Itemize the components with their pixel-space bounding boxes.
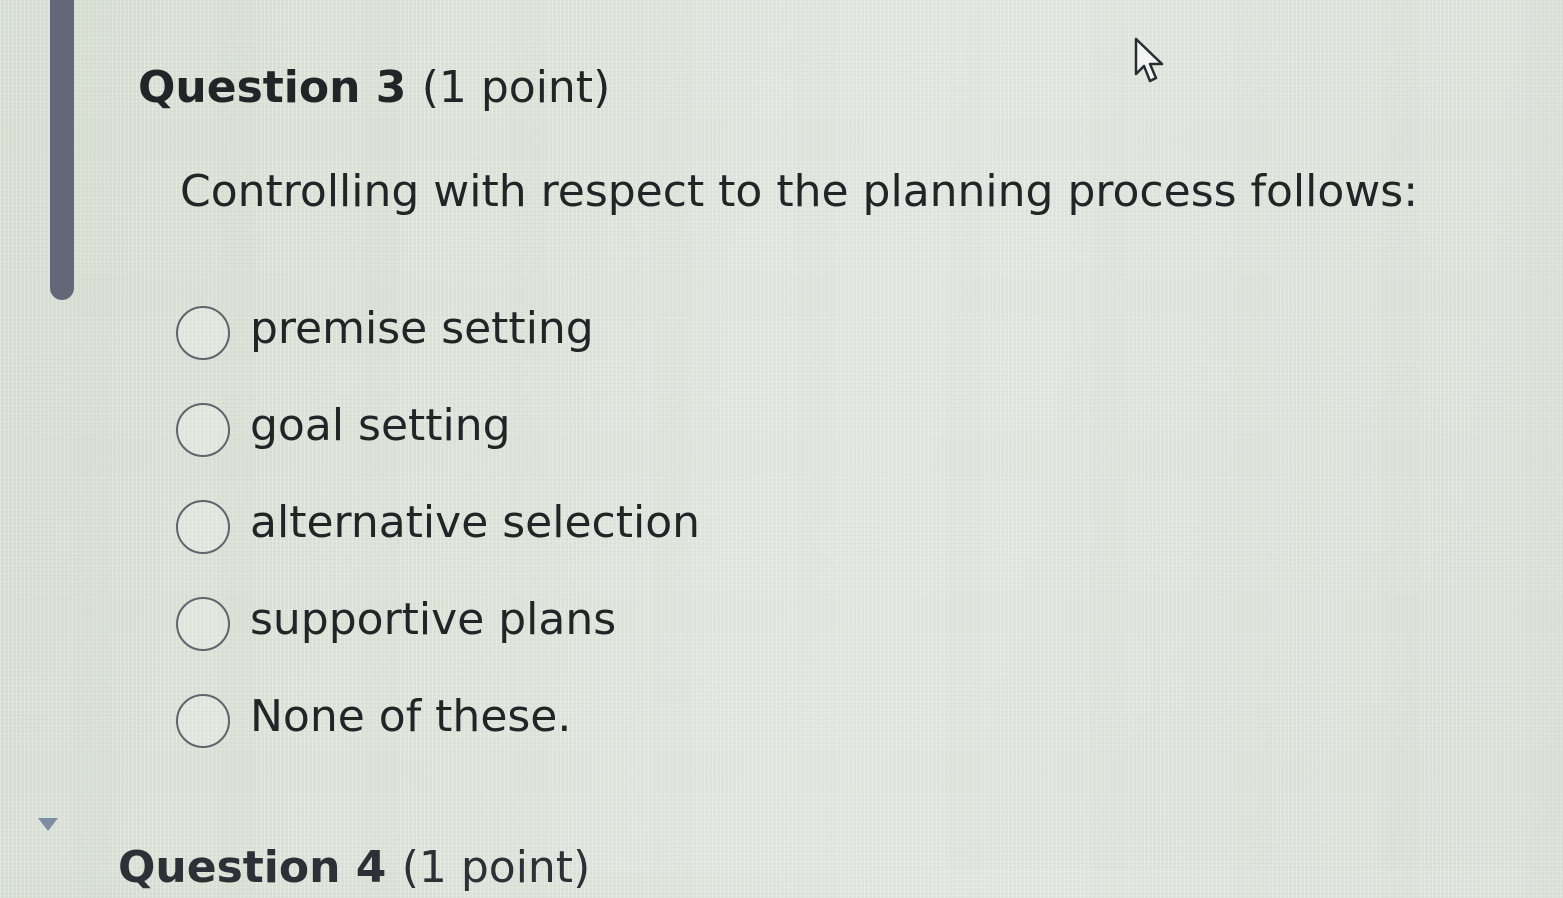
answer-option-label[interactable]: alternative selection: [250, 495, 700, 551]
next-question-title-text: Question 4: [118, 842, 387, 893]
triangle-down-icon[interactable]: [38, 818, 58, 831]
radio-button-icon[interactable]: [176, 402, 230, 457]
answer-option-alternative-selection[interactable]: alternative selection: [176, 478, 700, 575]
radio-button-icon[interactable]: [176, 499, 230, 554]
question-points: (1 point): [421, 62, 611, 113]
next-question-points: (1 point): [401, 842, 591, 893]
answer-option-goal-setting[interactable]: goal setting: [176, 381, 700, 478]
question-title-text: Question 3: [138, 62, 407, 113]
question-title: Question 3 (1 point): [138, 58, 1418, 118]
answer-option-label[interactable]: supportive plans: [250, 592, 616, 648]
scroll-indicator[interactable]: [50, 0, 74, 300]
answer-option-label[interactable]: None of these.: [250, 689, 571, 745]
answer-option-supportive-plans[interactable]: supportive plans: [176, 575, 700, 672]
radio-button-icon[interactable]: [176, 693, 230, 748]
radio-button-icon[interactable]: [176, 596, 230, 651]
answer-option-none-of-these[interactable]: None of these.: [176, 672, 700, 769]
radio-button-icon[interactable]: [176, 305, 230, 360]
next-question-title: Question 4 (1 point): [118, 838, 590, 898]
answer-options: premise setting goal setting alternative…: [176, 284, 700, 769]
answer-option-label[interactable]: goal setting: [250, 398, 511, 454]
question-text: Controlling with respect to the planning…: [180, 166, 1419, 217]
mouse-pointer-icon: [1134, 37, 1164, 83]
answer-option-premise-setting[interactable]: premise setting: [176, 284, 700, 381]
question-3: Question 3 (1 point) Controlling with re…: [138, 58, 1418, 224]
answer-option-label[interactable]: premise setting: [250, 301, 594, 357]
